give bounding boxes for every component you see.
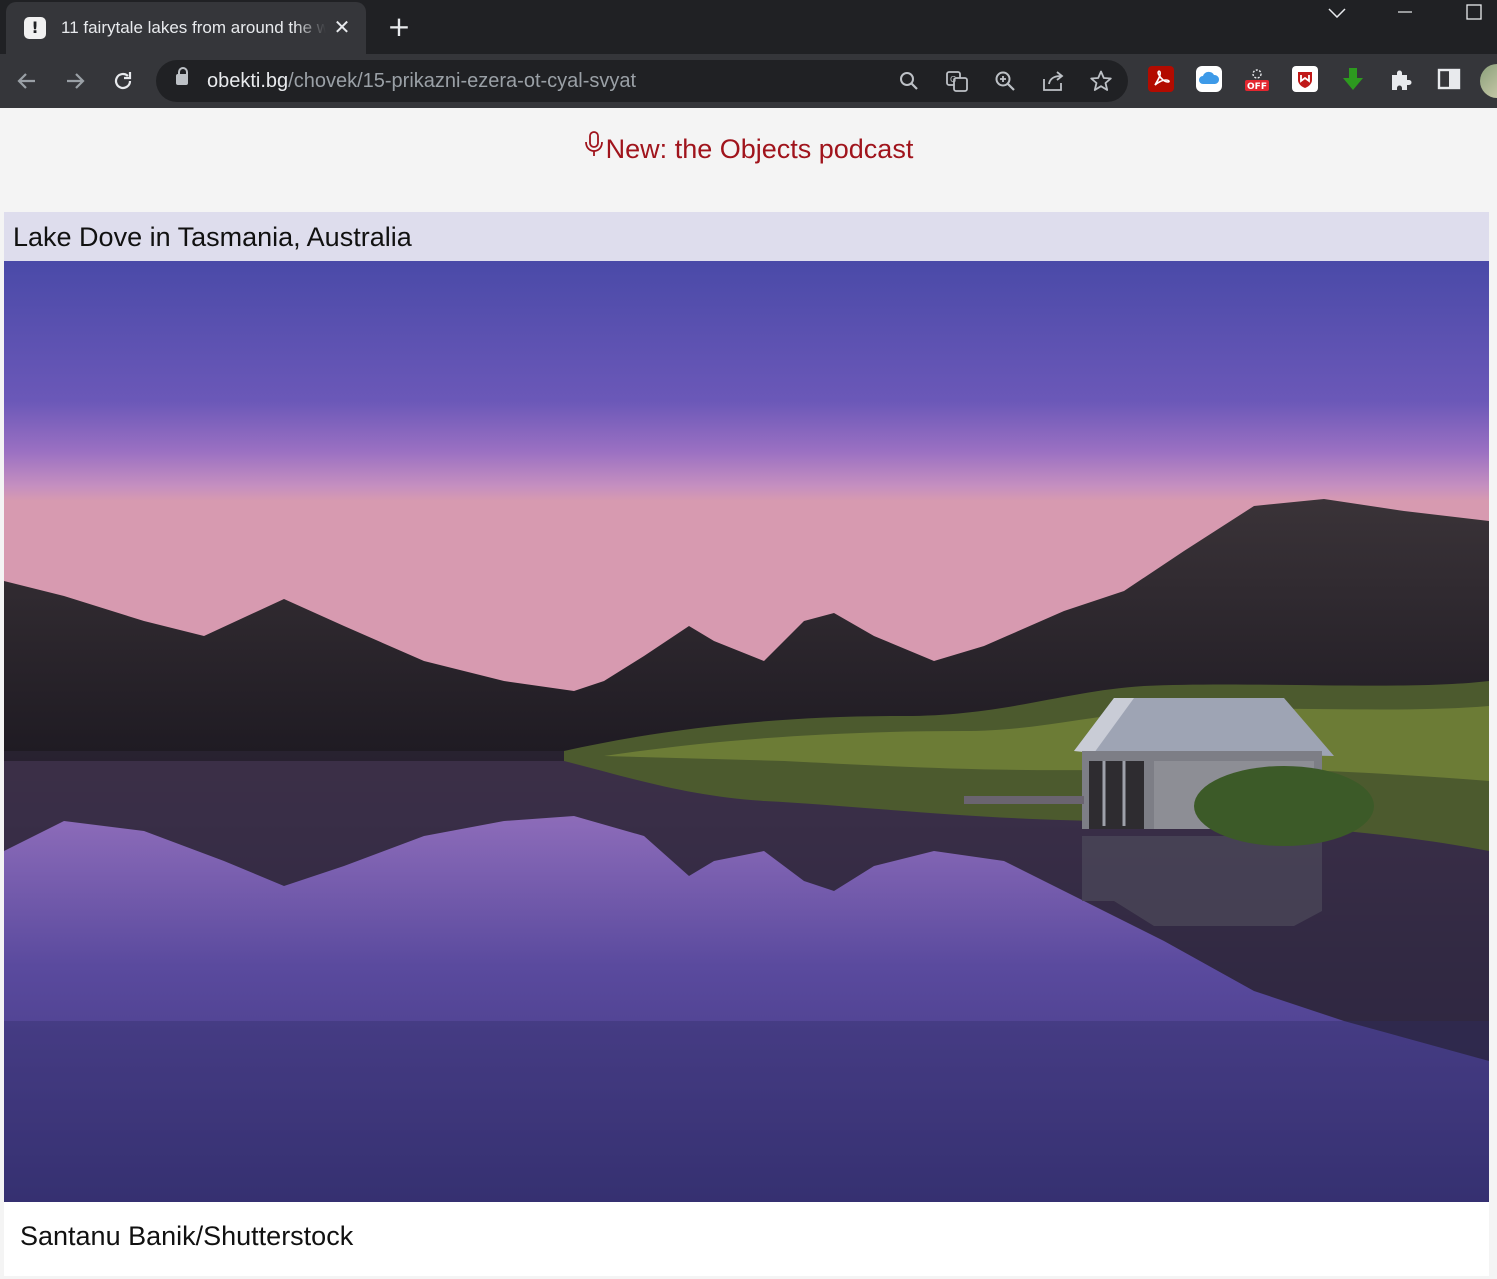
extension-off-badge: OFF [1247, 82, 1267, 92]
lake-photo [4, 261, 1489, 1202]
download-arrow-icon[interactable] [1340, 66, 1366, 92]
url-text[interactable]: obekti.bg/chovek/15-prikazni-ezera-ot-cy… [207, 70, 636, 92]
url-host: obekti.bg [207, 70, 289, 92]
bookmark-star-icon[interactable] [1088, 68, 1114, 94]
extension-off-icon[interactable]: OFF [1244, 66, 1270, 92]
maximize-window-icon[interactable] [1451, 0, 1497, 28]
address-bar[interactable]: obekti.bg/chovek/15-prikazni-ezera-ot-cy… [156, 60, 1128, 102]
search-icon[interactable] [896, 68, 922, 94]
page-content: New: the Objects podcast Lake Dove in Ta… [0, 108, 1497, 1279]
new-tab-button[interactable]: + [384, 12, 414, 42]
tab-title: 11 fairytale lakes from around the world [61, 18, 326, 37]
icloud-icon[interactable] [1196, 66, 1222, 92]
url-path: /chovek/15-prikazni-ezera-ot-cyal-svyat [288, 70, 637, 92]
close-tab-icon[interactable]: ✕ [330, 15, 354, 39]
minimize-window-icon[interactable] [1382, 0, 1428, 28]
podcast-banner-link[interactable]: New: the Objects podcast [0, 130, 1497, 167]
reload-icon[interactable] [107, 65, 139, 97]
mcafee-icon[interactable] [1292, 66, 1318, 92]
tab-strip: ! 11 fairytale lakes from around the wor… [0, 0, 1497, 54]
browser-toolbar: obekti.bg/chovek/15-prikazni-ezera-ot-cy… [0, 54, 1497, 108]
photo-caption-bar: Lake Dove in Tasmania, Australia [4, 212, 1489, 261]
share-icon[interactable] [1040, 68, 1066, 94]
back-arrow-icon[interactable] [11, 65, 43, 97]
photo-caption: Lake Dove in Tasmania, Australia [13, 222, 412, 252]
site-favicon-icon: ! [24, 17, 46, 39]
microphone-icon [584, 130, 603, 160]
puzzle-icon[interactable] [1388, 66, 1414, 92]
side-panel-icon[interactable] [1436, 66, 1462, 92]
translate-icon[interactable]: G [944, 68, 970, 94]
browser-tab[interactable]: ! 11 fairytale lakes from around the wor… [6, 2, 366, 54]
acrobat-icon[interactable] [1148, 66, 1174, 92]
profile-avatar[interactable] [1480, 64, 1497, 98]
photo-credit-bar: Santanu Banik/Shutterstock [4, 1202, 1489, 1276]
podcast-banner-text: New: the Objects podcast [605, 134, 914, 164]
svg-text:G: G [950, 75, 956, 84]
lock-icon[interactable] [176, 67, 188, 85]
tab-search-chevron-icon[interactable] [1314, 0, 1360, 28]
forward-arrow-icon[interactable] [59, 65, 91, 97]
zoom-icon[interactable] [992, 68, 1018, 94]
photo-credit: Santanu Banik/Shutterstock [20, 1221, 354, 1251]
